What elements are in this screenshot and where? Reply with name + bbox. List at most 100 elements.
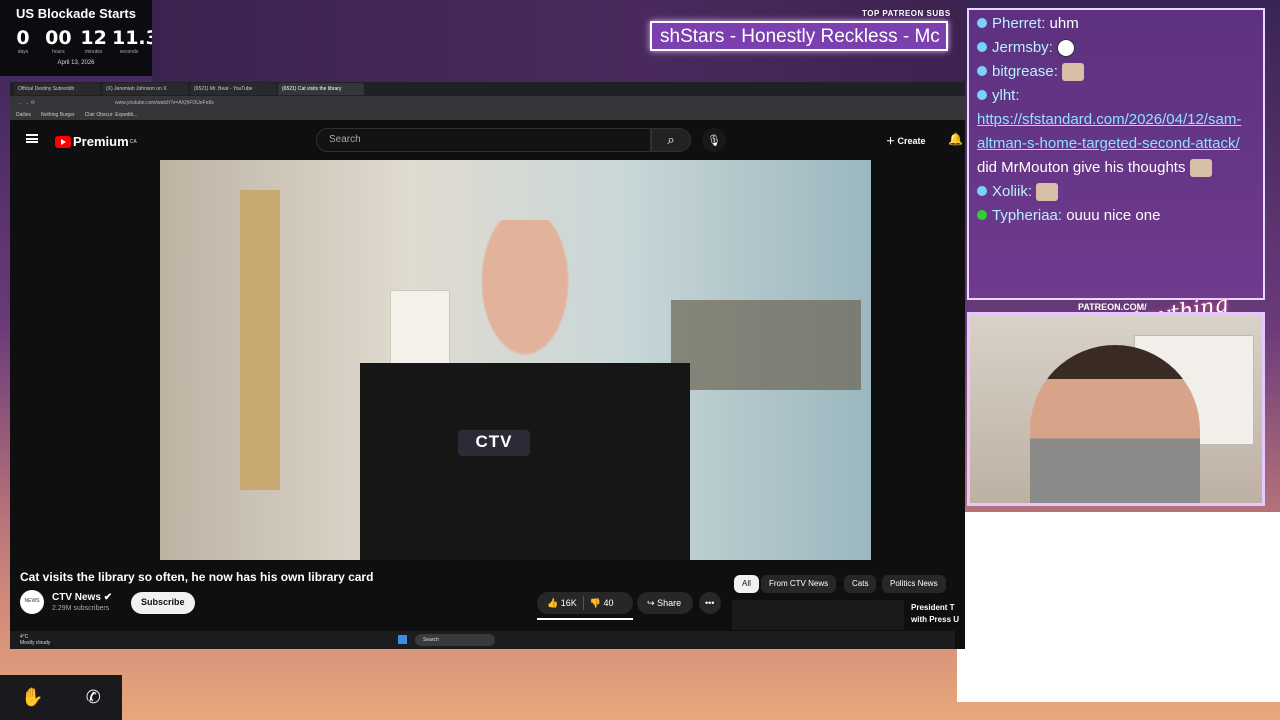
- countdown-digits: 0 00 12 11.3: [6, 27, 159, 49]
- chat-username: bitgrease:: [992, 63, 1058, 80]
- share-button[interactable]: ↪ Share: [637, 592, 693, 614]
- chat-username: Pherret:: [992, 15, 1046, 32]
- bookmark[interactable]: Nothing Burger: [41, 112, 75, 118]
- tab-bar: Official Destiny Subreddit (X) Jeremiah …: [10, 82, 965, 96]
- countdown-hours: 00: [45, 27, 72, 49]
- badge-icon: [977, 42, 987, 52]
- chat-link[interactable]: https://sfstandard.com/2026/04/12/sam-al…: [977, 111, 1241, 152]
- channel-name-text: CTV News: [52, 592, 101, 603]
- chip-cats[interactable]: Cats: [844, 575, 877, 593]
- phone-icon[interactable]: ✆: [86, 687, 101, 708]
- bookmark[interactable]: Dailies: [16, 112, 31, 118]
- emote-icon: [1062, 63, 1085, 82]
- thumbs-down-icon: 👎: [589, 597, 601, 608]
- like-count: 16K: [560, 597, 577, 608]
- mic-icon: 🎙: [707, 134, 721, 147]
- search-button[interactable]: ⌕: [651, 128, 691, 152]
- video-player[interactable]: CTV: [160, 160, 871, 560]
- logo-text: Premium: [73, 134, 129, 149]
- like-dislike-group: 👍 16K 👎 40: [537, 592, 633, 614]
- chip-all[interactable]: All: [734, 575, 759, 593]
- more-options-button[interactable]: •••: [699, 592, 721, 614]
- badge-icon: [977, 90, 987, 100]
- chat-username: Xoliik:: [992, 183, 1033, 200]
- bookmark[interactable]: Clair Obscur: Expediti...: [85, 112, 138, 118]
- emote-icon: [1057, 39, 1076, 58]
- bottom-dock: ✋ ✆: [0, 675, 122, 720]
- youtube-logo[interactable]: Premium CA: [55, 134, 137, 149]
- chat-text: ouuu nice one: [1062, 207, 1161, 224]
- recommended-title-line: with Press U: [911, 615, 960, 624]
- weather-widget[interactable]: 4°C Mostly cloudy: [20, 634, 50, 646]
- subscriber-count: 2.29M subscribers: [52, 605, 110, 612]
- create-button[interactable]: ＋ Create: [878, 130, 934, 152]
- search-icon: ⌕: [667, 132, 675, 147]
- browser-tab[interactable]: (X) Jeremiah Johnson on X: [102, 83, 188, 95]
- url-text[interactable]: www.youtube.com/watch?v=AX(hFOUeFe8s: [115, 100, 214, 106]
- webcam-feed: [967, 312, 1265, 506]
- windows-start-icon[interactable]: [398, 635, 407, 644]
- countdown-days: 0: [16, 27, 30, 49]
- recommended-title[interactable]: President T with Press U: [911, 602, 965, 626]
- chat-text: did MrMouton give his thoughts: [977, 159, 1186, 176]
- thumbs-up-icon: 👍: [547, 597, 559, 608]
- patreon-ticker: shStars - Honestly Reckless - Mc: [650, 21, 948, 51]
- hand-icon[interactable]: ✋: [21, 687, 43, 708]
- youtube-header: Premium CA Search ⌕ 🎙 ＋ Create 🔔: [10, 120, 965, 160]
- chat-message: ylht: https://sfstandard.com/2026/04/12/s…: [977, 84, 1255, 180]
- channel-name[interactable]: CTV News ✔: [52, 592, 112, 603]
- countdown-widget: US Blockade Starts 0 00 12 11.3 days hou…: [0, 0, 159, 76]
- dislike-button[interactable]: 👎 40: [590, 598, 614, 609]
- badge-icon: [977, 210, 987, 220]
- address-bar[interactable]: ← → ⟳ www.youtube.com/watch?v=AX(hFOUeFe…: [10, 96, 965, 110]
- logo-region: CA: [129, 138, 137, 145]
- emote-icon: [1036, 183, 1059, 202]
- browser-tab-active[interactable]: (6521) Cat visits the library: [278, 83, 364, 95]
- unit-hours: hours: [52, 49, 65, 55]
- chat-username: Typheriaa:: [992, 207, 1063, 224]
- chip-politics-news[interactable]: Politics News: [882, 575, 946, 593]
- recommended-title-line: President T: [911, 603, 955, 612]
- hamburger-menu-icon[interactable]: [26, 134, 38, 143]
- badge-icon: [977, 186, 987, 196]
- more-icon: •••: [705, 598, 715, 608]
- share-label: Share: [657, 598, 682, 608]
- countdown-title: US Blockade Starts: [16, 6, 136, 21]
- taskbar-search[interactable]: Search: [415, 634, 495, 646]
- channel-avatar[interactable]: NEWS: [20, 590, 44, 614]
- notifications-bell-icon[interactable]: 🔔: [948, 132, 963, 146]
- nav-arrows-icon[interactable]: ← → ⟳: [18, 100, 35, 106]
- video-title: Cat visits the library so often, he now …: [20, 570, 374, 584]
- chat-message: Pherret: uhm: [977, 12, 1255, 36]
- emote-icon: [1189, 159, 1212, 178]
- voice-search-button[interactable]: 🎙: [702, 128, 726, 152]
- chat-message: Xoliik:: [977, 180, 1255, 204]
- dislike-count: 40: [603, 597, 614, 608]
- youtube-play-icon: [55, 135, 71, 148]
- like-progress-bar: [537, 618, 633, 620]
- chat-message: Typheriaa: ouuu nice one: [977, 204, 1255, 228]
- browser-window: Official Destiny Subreddit (X) Jeremiah …: [10, 82, 965, 649]
- search-input[interactable]: Search: [316, 128, 651, 152]
- like-button[interactable]: 👍 16K: [547, 598, 577, 609]
- video-reporter: [360, 220, 690, 560]
- chip-from-channel[interactable]: From CTV News: [761, 575, 837, 593]
- windows-taskbar: 4°C Mostly cloudy Search: [10, 631, 955, 649]
- divider: [582, 596, 584, 610]
- countdown-date: April 13, 2026: [57, 60, 95, 66]
- chat-message: Jermsby:: [977, 36, 1255, 60]
- countdown-minutes: 12: [80, 27, 107, 49]
- browser-tab[interactable]: Official Destiny Subreddit: [14, 83, 100, 95]
- ctv-mic-flag: CTV: [458, 430, 530, 456]
- browser-tab[interactable]: (6521) Mr. Beat - YouTube: [190, 83, 276, 95]
- share-icon: ↪: [647, 597, 655, 608]
- countdown-units: days hours minutes seconds: [6, 49, 146, 55]
- chat-panel: Pherret: uhm Jermsby: bitgrease: ylht: ht…: [967, 8, 1265, 300]
- streamer: [1030, 345, 1200, 503]
- unit-seconds: seconds: [119, 49, 139, 55]
- chat-username: ylht:: [992, 87, 1020, 104]
- subscribe-button[interactable]: Subscribe: [131, 592, 195, 614]
- video-scene-pillar: [240, 190, 280, 490]
- chat-username: Jermsby:: [992, 39, 1053, 56]
- recommended-thumbnail[interactable]: [732, 600, 904, 630]
